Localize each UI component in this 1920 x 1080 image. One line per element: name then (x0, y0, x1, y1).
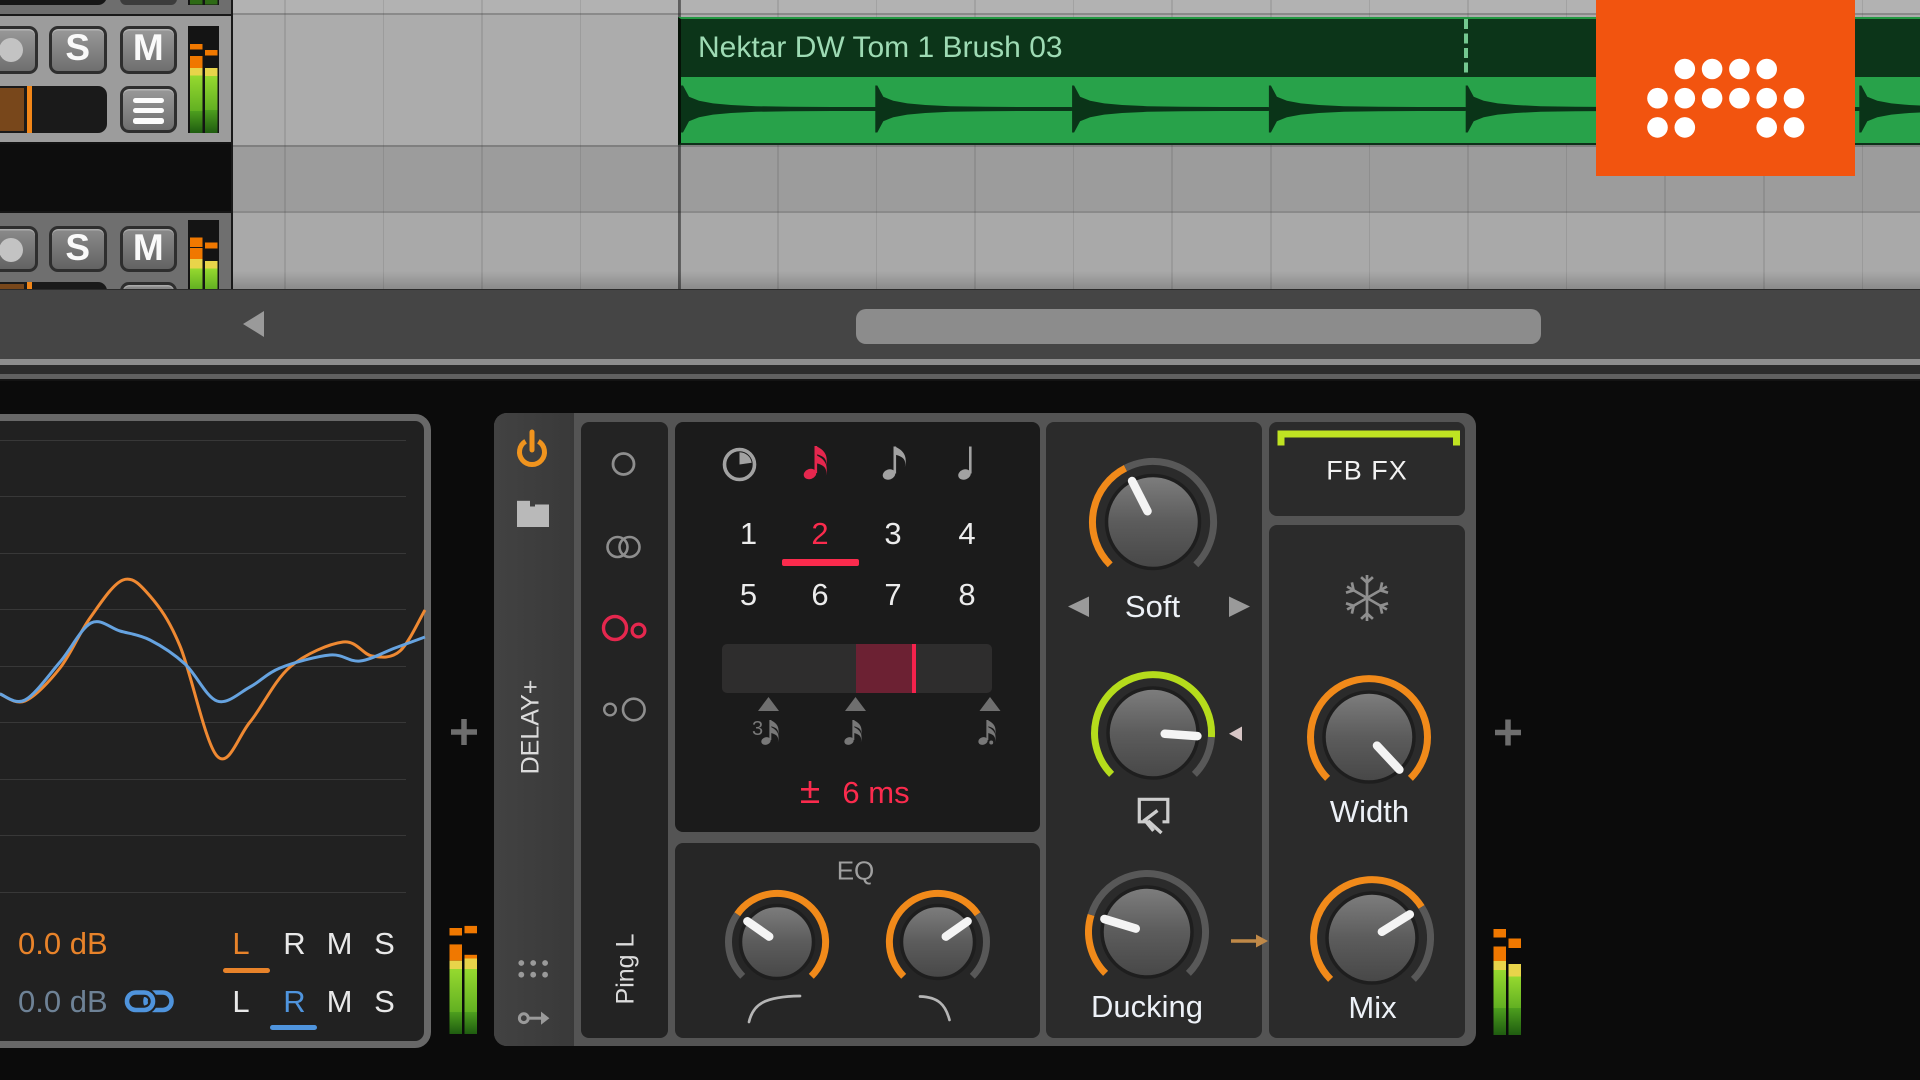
division-selected-underline (782, 559, 859, 566)
soft-knob-label[interactable]: Soft (1125, 589, 1180, 625)
bar-gridline (382, 0, 385, 289)
scope-ch-top-L[interactable]: L (232, 926, 249, 962)
track-2-lane (233, 146, 1920, 212)
clip-loop-marker[interactable] (1463, 19, 1468, 77)
meter-box (188, 26, 219, 133)
width-knob-label[interactable]: Width (1330, 794, 1409, 830)
division-2-selected[interactable]: 2 (811, 516, 828, 552)
device-name-vertical[interactable]: DELAY+ (517, 680, 546, 775)
track-header-2[interactable]: SM (0, 211, 231, 289)
bar-gridline (481, 0, 483, 289)
record-arm-circle (0, 37, 23, 62)
volume-fader[interactable] (0, 282, 107, 289)
fader-handle (26, 282, 32, 289)
delay-mid-column (1046, 422, 1262, 1038)
clip-name: Nektar DW Tom 1 Brush 03 (698, 31, 1063, 64)
prev-track-meter-remnant (188, 0, 219, 5)
track-menu-button[interactable] (119, 282, 177, 289)
solo-button[interactable]: S (49, 26, 107, 74)
division-6[interactable]: 6 (811, 577, 828, 613)
scope-ch-bot-S[interactable]: S (374, 984, 395, 1020)
add-device-left-icon[interactable] (451, 719, 477, 745)
bar-gridline (579, 0, 582, 289)
scope-gain-left[interactable]: 0.0 dB (18, 926, 108, 962)
delay-offset-slider[interactable] (722, 644, 992, 693)
ducking-knob-label[interactable]: Ducking (1091, 989, 1203, 1025)
scope-ch-top-R[interactable]: R (283, 926, 305, 962)
menu-bar (133, 107, 164, 114)
track-header-column: SM SM (0, 0, 231, 289)
waveform-graphic (681, 85, 1920, 133)
prev-track-fader-remnant (0, 0, 107, 5)
arranger-timeline[interactable]: Nektar DW Tom 1 Brush 03 (231, 0, 1920, 289)
add-device-right-icon[interactable] (1495, 719, 1521, 746)
division-5[interactable]: 5 (740, 577, 757, 613)
device-output-meter (1493, 929, 1521, 1035)
lane-above (233, 0, 1920, 14)
record-arm-circle (0, 237, 23, 262)
track-menu-button[interactable] (119, 86, 177, 133)
device-input-meter (449, 925, 477, 1034)
mute-label: M (132, 27, 164, 69)
mute-button[interactable]: M (119, 226, 177, 272)
track-header-1[interactable]: SM (0, 13, 231, 144)
meter-box (188, 220, 219, 289)
scope-ch-bot-L[interactable]: L (232, 984, 249, 1020)
mute-label: M (132, 226, 164, 268)
panel-divider-edge (0, 378, 1920, 381)
offset-plusminus[interactable]: ± (800, 770, 820, 812)
menu-bar (133, 97, 164, 103)
mix-knob-label[interactable]: Mix (1348, 990, 1396, 1026)
bar-gridline (284, 0, 286, 289)
delay-mode-name[interactable]: Ping L (612, 934, 641, 1005)
prev-track-button-remnant (119, 0, 177, 5)
lane-boundary (233, 13, 1920, 15)
offset-slider-value-line (911, 644, 916, 693)
scope-ch-top-M[interactable]: M (327, 926, 353, 962)
scope-ch-bot-R[interactable]: R (283, 984, 305, 1020)
lane-boundary (233, 211, 1920, 213)
scope-bottom-underline (269, 1024, 317, 1030)
offset-slider-fill (856, 644, 916, 693)
clip-waveform[interactable] (678, 77, 1920, 145)
fader-pre-fill (0, 88, 24, 131)
record-arm-button[interactable] (0, 226, 38, 272)
division-1[interactable]: 1 (740, 516, 757, 552)
scope-gain-right[interactable]: 0.0 dB (18, 984, 108, 1020)
clip-title-bar[interactable]: Nektar DW Tom 1 Brush 03 (678, 17, 1920, 77)
eq-section-label: EQ (836, 855, 875, 886)
lane-boundary (233, 145, 1920, 147)
division-4[interactable]: 4 (958, 516, 975, 552)
audio-clip[interactable]: Nektar DW Tom 1 Brush 03 (678, 17, 1920, 145)
fbfx-body-box (1269, 524, 1465, 1038)
division-8[interactable]: 8 (958, 577, 975, 613)
arranger-section: Nektar DW Tom 1 Brush 03 SM SM (0, 0, 1920, 381)
fader-handle (26, 86, 32, 133)
scope-top-underline (222, 967, 270, 973)
solo-button[interactable]: S (49, 226, 107, 272)
menu-bar (133, 118, 164, 124)
solo-label: S (65, 27, 91, 69)
horizontal-scrollbar (0, 289, 1920, 359)
scope-ch-bot-M[interactable]: M (327, 984, 353, 1020)
offset-value[interactable]: 6 ms (842, 775, 909, 811)
scrollbar-thumb[interactable] (856, 308, 1541, 344)
solo-label: S (65, 226, 91, 268)
record-arm-button[interactable] (0, 26, 38, 74)
panel-divider-dark (0, 364, 1920, 374)
lane-shadow (233, 271, 1920, 289)
scope-ch-top-S[interactable]: S (374, 926, 395, 962)
mute-button[interactable]: M (119, 26, 177, 74)
delay-time-panel (675, 422, 1040, 832)
fbfx-label[interactable]: FB FX (1326, 455, 1408, 486)
volume-fader[interactable] (0, 86, 107, 133)
division-3[interactable]: 3 (884, 516, 901, 552)
bitwig-screen: Nektar DW Tom 1 Brush 03 SM SM DELAY+ Pi… (0, 0, 1920, 1080)
division-7[interactable]: 7 (884, 577, 901, 613)
